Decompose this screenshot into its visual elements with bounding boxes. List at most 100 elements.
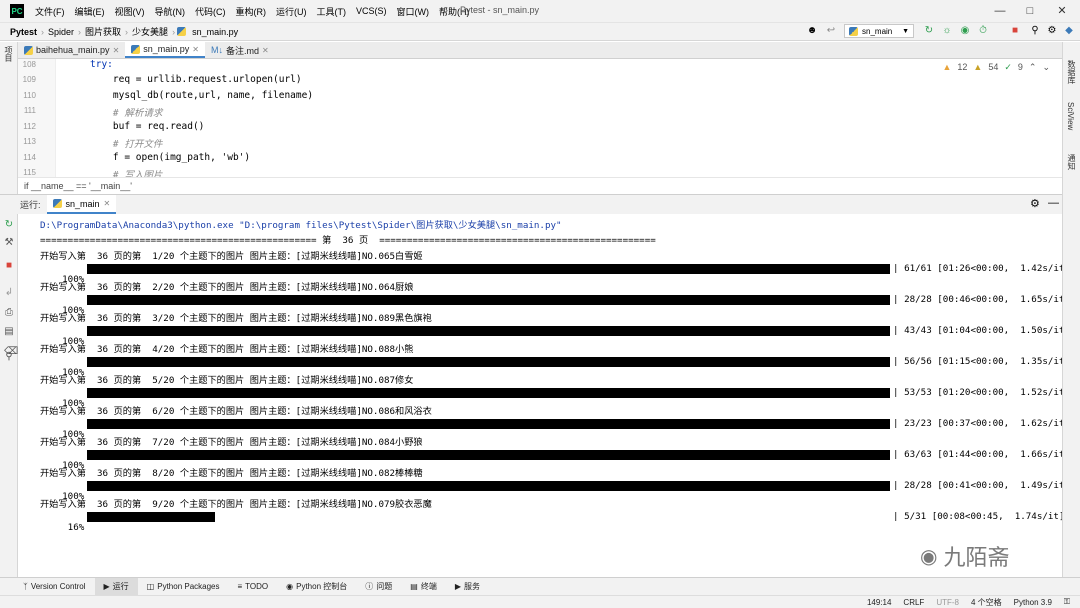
pin-icon[interactable]: ⚲	[4, 352, 14, 362]
menu-view[interactable]: 视图(V)	[110, 5, 150, 18]
rerun-icon[interactable]: ↻	[4, 220, 14, 230]
terminal-button[interactable]: ▤ 终端	[401, 581, 446, 592]
line-number: 115	[23, 168, 36, 177]
tab-sn-main[interactable]: sn_main.py ✕	[125, 42, 205, 58]
crumb-subfolder[interactable]: 少女美腿	[128, 25, 172, 38]
debug-icon[interactable]: ☼	[940, 23, 954, 39]
project-tool-label[interactable]: 项目	[3, 46, 14, 62]
console-output[interactable]: D:\ProgramData\Anaconda3\python.exe "D:\…	[18, 214, 1062, 577]
notifications-tool-label[interactable]: 通知	[1066, 154, 1077, 170]
tab-baihehua-main[interactable]: baihehua_main.py ✕	[18, 42, 125, 58]
close-tab-icon[interactable]: ✕	[113, 46, 120, 55]
python-file-icon	[849, 26, 858, 36]
code-line: mysql_db(route,url, name, filename)	[90, 90, 314, 101]
code-editor[interactable]: 108 109 110 111 112 113 114 115 try: req…	[18, 59, 1062, 177]
run-tool-button[interactable]: ▶ 运行	[94, 578, 138, 595]
search-icon[interactable]: ⚲	[1028, 23, 1042, 39]
inspection-widget[interactable]: ▲ 12 ▲ 54 ✓ 9 ⌃ ⌄	[942, 62, 1050, 73]
progress-line: 100% | 28/28 [00:41<00:00, 1.49s/it]	[40, 480, 1062, 502]
menu-window[interactable]: 窗口(W)	[392, 5, 435, 18]
terminal-label: 终端	[420, 582, 437, 591]
soft-wrap-icon[interactable]: ↲	[4, 288, 14, 298]
progress-line: 16% | 5/31 [00:08<00:45, 1.74s/it]	[40, 511, 1062, 533]
problems-button[interactable]: ⓘ 问题	[356, 581, 401, 592]
run-config-select[interactable]: sn_main ▼	[844, 24, 914, 38]
crumb-project[interactable]: Pytest	[6, 27, 41, 37]
database-tool-label[interactable]: 数据库	[1066, 60, 1077, 84]
progress-stats: | 23/23 [00:37<00:00, 1.62s/it]	[893, 418, 1062, 429]
services-label: 服务	[463, 582, 480, 591]
menu-run[interactable]: 运行(U)	[271, 5, 312, 18]
wechat-icon: ◉	[920, 544, 938, 568]
cursor-position[interactable]: 149:14	[861, 598, 897, 607]
progress-bar	[87, 264, 890, 274]
services-button[interactable]: ▶ 服务	[446, 581, 489, 592]
run-tool-label: 运行	[112, 582, 129, 591]
crumb-spider[interactable]: Spider	[44, 27, 78, 37]
run-tab-label: sn_main	[65, 198, 100, 209]
terminal-icon: ▤	[410, 582, 418, 591]
line-separator[interactable]: CRLF	[897, 598, 930, 607]
version-control-button[interactable]: ᛉ Version Control	[14, 582, 95, 591]
lock-icon[interactable]: ⚿	[1058, 597, 1076, 607]
line-number: 114	[23, 153, 36, 162]
chevron-down-icon[interactable]: ⌄	[1042, 62, 1050, 73]
progress-line: 100% | 53/53 [01:20<00:00, 1.52s/it]	[40, 387, 1062, 409]
indent-setting[interactable]: 4 个空格	[965, 597, 1008, 608]
code-line: f = open(img_path, 'wb')	[90, 152, 251, 163]
run-tab-sn-main[interactable]: sn_main ✕	[46, 195, 117, 214]
crumb-folder[interactable]: 图片获取	[81, 25, 125, 38]
minimize-icon[interactable]: —	[990, 3, 1010, 19]
tool-window-bar: ᛉ Version Control ▶ 运行 ◫ Python Packages…	[0, 577, 1080, 595]
console-entry-start: 开始写入第 36 页的第 5/20 个主题下的图片 图片主题：[过期米线线喵]N…	[40, 375, 414, 386]
layout-icon[interactable]: ▤	[4, 327, 14, 337]
python-packages-button[interactable]: ◫ Python Packages	[138, 582, 229, 591]
rerun-icon[interactable]: ↻	[922, 23, 936, 39]
python-interpreter[interactable]: Python 3.9	[1008, 598, 1058, 607]
progress-bar	[87, 481, 890, 491]
menu-vcs[interactable]: VCS(S)	[351, 6, 392, 16]
crumb-file[interactable]: sn_main.py	[188, 27, 242, 37]
menu-file[interactable]: 文件(F)	[30, 5, 70, 18]
progress-line: 100% | 43/43 [01:04<00:00, 1.50s/it]	[40, 325, 1062, 347]
maximize-icon[interactable]: □	[1020, 3, 1040, 19]
stop-icon[interactable]: ■	[1008, 23, 1022, 39]
menu-tools[interactable]: 工具(T)	[312, 5, 352, 18]
close-tab-icon[interactable]: ✕	[262, 46, 269, 55]
python-console-button[interactable]: ◉ Python 控制台	[277, 581, 356, 592]
file-encoding[interactable]: UTF-8	[930, 598, 965, 607]
vcs-arrow-icon[interactable]: ↩	[824, 23, 838, 39]
tab-notes[interactable]: M↓ 备注.md ✕	[205, 42, 275, 58]
menu-code[interactable]: 代码(C)	[190, 5, 231, 18]
print-icon[interactable]: ⎙	[4, 308, 14, 318]
gear-icon[interactable]: ⚙	[1045, 23, 1059, 39]
stop-icon[interactable]: ■	[4, 261, 14, 271]
progress-bar	[87, 357, 890, 367]
wrench-icon[interactable]: ⚒	[4, 238, 14, 248]
profile-icon[interactable]: ⏱	[976, 23, 990, 39]
hide-panel-icon[interactable]: —	[1048, 197, 1059, 209]
tab-label: baihehua_main.py	[36, 45, 110, 55]
progress-stats: | 28/28 [00:46<00:00, 1.65s/it]	[893, 294, 1062, 305]
console-entry-start: 开始写入第 36 页的第 8/20 个主题下的图片 图片主题：[过期米线线喵]N…	[40, 468, 423, 479]
gear-icon[interactable]: ⚙	[1030, 197, 1040, 210]
sciview-tool-label[interactable]: SciView	[1066, 102, 1075, 130]
ide-update-icon[interactable]: ◆	[1062, 23, 1076, 39]
menu-refactor[interactable]: 重构(R)	[231, 5, 272, 18]
console-page-header: ========================================…	[40, 235, 656, 246]
code-breadcrumb[interactable]: if __name__ == '__main__'	[18, 177, 1062, 194]
user-icon[interactable]: ☻	[805, 23, 819, 39]
coverage-icon[interactable]: ◉	[958, 23, 972, 39]
todo-button[interactable]: ≡ TODO	[229, 582, 278, 591]
close-tab-icon[interactable]: ✕	[104, 199, 111, 208]
menu-edit[interactable]: 编辑(E)	[70, 5, 110, 18]
line-number: 111	[23, 106, 36, 115]
close-tab-icon[interactable]: ✕	[192, 45, 199, 54]
line-number: 113	[23, 137, 36, 146]
close-icon[interactable]: ✕	[1052, 3, 1072, 19]
chevron-up-icon[interactable]: ⌃	[1029, 62, 1037, 73]
line-number: 109	[22, 75, 36, 84]
problems-label: 问题	[376, 582, 393, 591]
progress-line: 100% | 23/23 [00:37<00:00, 1.62s/it]	[40, 418, 1062, 440]
menu-navigate[interactable]: 导航(N)	[150, 5, 191, 18]
